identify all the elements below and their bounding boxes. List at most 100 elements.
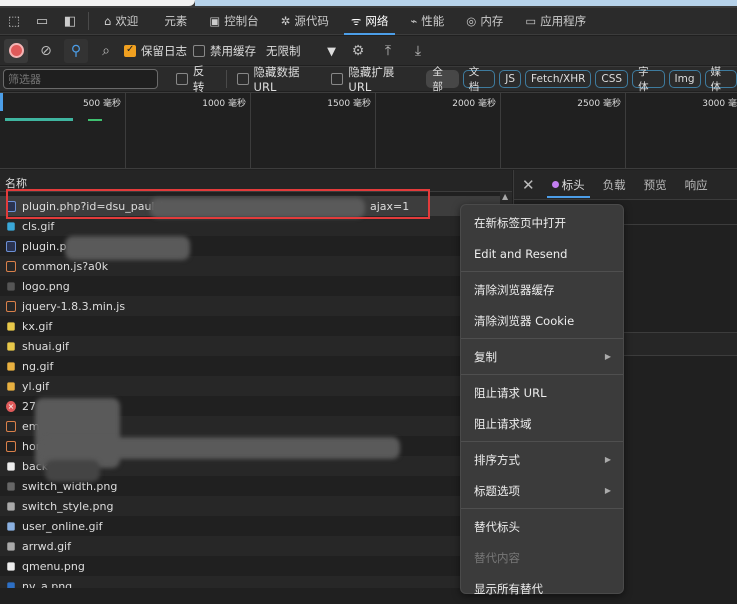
hide-data-urls-checkbox[interactable]: 隐藏数据 URL	[236, 64, 326, 94]
detail-tab-2[interactable]: 预览	[635, 170, 676, 200]
tab-0[interactable]: ⌂ 欢迎	[93, 8, 149, 35]
type-filter-2[interactable]: JS	[499, 70, 522, 88]
dock-icon[interactable]: ◧	[56, 14, 84, 29]
tab-2[interactable]: ▣ 控制台	[198, 8, 269, 35]
tab-3[interactable]: ✲ 源代码	[270, 8, 340, 35]
request-row[interactable]: kx.gif	[0, 316, 500, 336]
menu-item-label: 清除浏览器 Cookie	[474, 313, 575, 328]
menu-item[interactable]: 复制 ▶	[461, 341, 623, 372]
tab-7[interactable]: ▭ 应用程序	[514, 8, 597, 35]
tab-label: 控制台	[224, 14, 259, 28]
throttle-select[interactable]: 无限制 ▼	[262, 39, 340, 62]
submenu-arrow-icon: ▶	[604, 455, 611, 464]
timeline-gridline	[500, 93, 501, 169]
request-row[interactable]: jquery-1.8.3.min.js	[0, 296, 500, 316]
request-name: ng.gif	[22, 359, 54, 373]
request-row[interactable]: nv_a.png	[0, 576, 500, 588]
network-conditions-icon[interactable]: ⚙	[346, 39, 370, 63]
menu-item-label: 在新标签页中打开	[474, 215, 566, 230]
timeline-tick-label: 500 毫秒	[82, 99, 121, 109]
type-filter-7[interactable]: 媒体	[704, 66, 737, 93]
search-button[interactable]: ⌕	[94, 39, 118, 63]
disable-cache-checkbox[interactable]: 禁用缓存	[193, 43, 256, 59]
timeline-tick-label: 1000 毫秒	[202, 99, 246, 109]
script-file-icon	[6, 300, 16, 312]
inspect-icon[interactable]: ⬚	[0, 14, 28, 29]
request-name: user_online.gif	[22, 519, 103, 533]
timeline-gridline	[375, 93, 376, 169]
img-file-icon	[6, 581, 16, 588]
application-icon: ▭	[525, 14, 537, 28]
menu-item[interactable]: 显示所有替代	[461, 573, 623, 604]
detail-tab-3[interactable]: 响应	[676, 170, 717, 200]
img-file-icon	[6, 541, 16, 552]
request-name: kx.gif	[22, 319, 53, 333]
img-file-icon	[6, 521, 16, 532]
tab-4[interactable]: ᯤ 网络	[340, 8, 400, 35]
tab-label: 应用程序	[540, 14, 587, 28]
redaction-blur	[45, 460, 100, 482]
type-filter-1[interactable]: 文档	[462, 66, 496, 93]
type-filter-3[interactable]: Fetch/XHR	[525, 70, 592, 88]
request-row[interactable]: switch_style.png	[0, 496, 500, 516]
request-name: jquery-1.8.3.min.js	[22, 299, 126, 313]
import-har-icon[interactable]: ⤒	[376, 39, 400, 63]
timeline-tick-label: 1500 毫秒	[327, 99, 371, 109]
menu-item[interactable]: 标题选项 ▶	[461, 475, 623, 506]
device-emulation-icon[interactable]: ▭	[28, 14, 56, 29]
console-icon: ▣	[209, 14, 221, 28]
menu-separator	[461, 441, 623, 442]
request-row[interactable]: user_online.gif	[0, 516, 500, 536]
menu-item[interactable]: 清除浏览器 Cookie	[461, 305, 623, 336]
tab-label: 内存	[480, 14, 504, 28]
tab-5[interactable]: ⌁ 性能	[399, 8, 455, 35]
menu-item-label: 复制	[474, 349, 497, 364]
menu-item[interactable]: 排序方式 ▶	[461, 444, 623, 475]
record-button[interactable]	[4, 38, 28, 63]
request-row[interactable]: shuai.gif	[0, 336, 500, 356]
menu-item[interactable]: 替代标头	[461, 511, 623, 542]
redaction-blur	[65, 236, 190, 260]
close-details-icon[interactable]: ✕	[514, 170, 543, 200]
img-file-icon	[6, 341, 16, 352]
invert-checkbox[interactable]: 反转	[175, 63, 216, 95]
request-row[interactable]: ng.gif	[0, 356, 500, 376]
timeline-selection-handle[interactable]	[0, 93, 3, 111]
type-filter-4[interactable]: CSS	[595, 70, 629, 88]
menu-item[interactable]: 在新标签页中打开	[461, 207, 623, 238]
timeline-overview[interactable]: 500 毫秒 1000 毫秒 1500 毫秒 2000 毫秒 2500 毫秒 3000 毫…	[0, 92, 737, 169]
menu-item[interactable]: Edit and Resend	[461, 238, 623, 269]
tab-label: 源代码	[294, 14, 329, 28]
tab-1[interactable]: 元素	[149, 8, 198, 35]
disable-cache-label: 禁用缓存	[210, 43, 256, 58]
menu-item[interactable]: 阻止请求域	[461, 408, 623, 439]
type-filter-6[interactable]: Img	[668, 70, 701, 88]
preserve-log-checkbox[interactable]: 保留日志	[124, 43, 187, 59]
request-row[interactable]: cls.gif	[0, 216, 500, 236]
img-file-icon	[6, 321, 16, 332]
request-row[interactable]: arrwd.gif	[0, 536, 500, 556]
menu-item[interactable]: 清除浏览器缓存	[461, 274, 623, 305]
detail-tab-label: 负载	[602, 177, 626, 192]
tab-label: 欢迎	[115, 14, 139, 28]
filter-toggle-button[interactable]: ⚲	[64, 38, 88, 63]
type-filter-0[interactable]: 全部	[426, 66, 459, 93]
export-har-icon[interactable]: ⤓	[406, 39, 430, 63]
request-name: arrwd.gif	[22, 539, 71, 553]
filter-input[interactable]	[3, 69, 158, 89]
record-icon	[8, 43, 24, 58]
type-filter-5[interactable]: 字体	[632, 66, 665, 93]
menu-item[interactable]: 阻止请求 URL	[461, 377, 623, 408]
img-file-icon	[6, 501, 16, 512]
request-row[interactable]: logo.png	[0, 276, 500, 296]
detail-tab-label: 预览	[643, 177, 667, 192]
request-row[interactable]: qmenu.png	[0, 556, 500, 576]
clear-button[interactable]: ⊘	[34, 39, 58, 63]
hide-extension-urls-checkbox[interactable]: 隐藏扩展 URL	[331, 64, 420, 94]
request-row[interactable]: yl.gif	[0, 376, 500, 396]
tab-label: 元素	[164, 14, 188, 28]
detail-tab-0[interactable]: 标头	[543, 170, 594, 200]
tab-6[interactable]: ◎ 内存	[455, 8, 514, 35]
timeline-tick-label: 2500 毫秒	[577, 99, 621, 109]
detail-tab-1[interactable]: 负载	[594, 170, 635, 200]
